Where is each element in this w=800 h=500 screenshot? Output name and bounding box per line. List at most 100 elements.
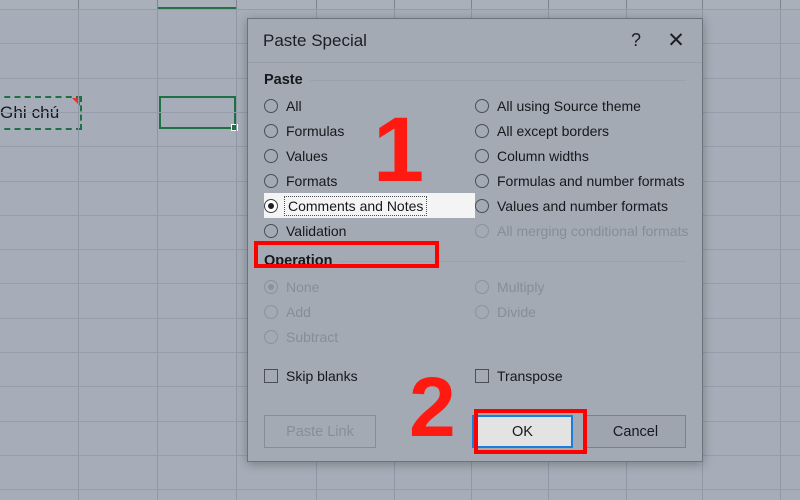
- operation-options-right-column: Multiply Divide: [475, 274, 686, 349]
- radio-option-subtract: Subtract: [264, 324, 475, 349]
- paste-special-dialog: Paste Special ? ✕ Paste All Formulas Value…: [247, 18, 703, 462]
- checkbox-icon[interactable]: [475, 368, 489, 383]
- radio-option-values-and-number-formats[interactable]: Values and number formats: [475, 193, 686, 218]
- paste-link-button[interactable]: Paste Link: [264, 415, 376, 448]
- copied-cell-text: Ghi chú: [0, 103, 60, 122]
- transpose-checkbox[interactable]: Transpose: [475, 363, 686, 388]
- column-header-separator: [626, 0, 627, 9]
- checkbox-icon[interactable]: [264, 368, 278, 383]
- operation-group-header: Operation: [264, 253, 686, 269]
- operation-group: Operation None Add Subtract Multiply Divide: [264, 253, 686, 349]
- grid-line-vertical: [157, 0, 158, 500]
- radio-button-icon: [475, 223, 489, 238]
- radio-button-icon[interactable]: [264, 148, 278, 163]
- radio-button-icon[interactable]: [264, 223, 278, 238]
- checkbox-row: Skip blanks Transpose: [264, 363, 686, 388]
- help-icon[interactable]: ?: [616, 21, 656, 61]
- radio-option-label: Validation: [286, 222, 347, 239]
- radio-option-column-widths[interactable]: Column widths: [475, 143, 686, 168]
- radio-option-label: Add: [286, 303, 311, 320]
- radio-button-icon[interactable]: [264, 173, 278, 188]
- skip-blanks-label: Skip blanks: [286, 367, 358, 384]
- radio-option-label: Formats: [286, 172, 338, 189]
- radio-option-validation[interactable]: Validation: [264, 218, 475, 243]
- grid-line-vertical: [236, 0, 237, 500]
- radio-button-icon[interactable]: [475, 198, 489, 213]
- radio-option-comments-and-notes[interactable]: Comments and Notes: [264, 193, 475, 218]
- radio-option-multiply: Multiply: [475, 274, 686, 299]
- radio-option-label: Formulas: [286, 122, 345, 139]
- operation-options: None Add Subtract Multiply Divide: [264, 274, 686, 349]
- radio-option-label: All except borders: [497, 122, 610, 139]
- radio-option-label: All: [286, 97, 302, 114]
- copied-cell[interactable]: Ghi chú: [0, 96, 82, 130]
- grid-line-horizontal: [0, 9, 800, 10]
- radio-button-icon: [475, 304, 489, 319]
- dialog-button-row: Paste Link OK Cancel: [264, 415, 686, 448]
- radio-option-formulas[interactable]: Formulas: [264, 118, 475, 143]
- radio-button-icon[interactable]: [475, 123, 489, 138]
- annotation-step-1: 1: [373, 99, 425, 201]
- radio-button-icon[interactable]: [264, 198, 278, 213]
- radio-option-label: Formulas and number formats: [497, 172, 685, 189]
- column-header-separator: [471, 0, 472, 9]
- dialog-title: Paste Special: [263, 30, 367, 50]
- radio-option-label: All using Source theme: [497, 97, 641, 114]
- radio-option-all[interactable]: All: [264, 93, 475, 118]
- radio-option-label: Divide: [497, 303, 536, 320]
- transpose-label: Transpose: [497, 367, 563, 384]
- radio-option-formulas-and-number-formats[interactable]: Formulas and number formats: [475, 168, 686, 193]
- operation-group-label: Operation: [264, 253, 333, 269]
- radio-option-all-merging-conditional-formats: All merging conditional formats: [475, 218, 689, 243]
- radio-button-icon[interactable]: [264, 98, 278, 113]
- radio-option-add: Add: [264, 299, 475, 324]
- paste-options-left-column: All Formulas Values Formats Comments and Not…: [264, 93, 475, 243]
- paste-options: All Formulas Values Formats Comments and Not…: [264, 93, 689, 243]
- grid-line-vertical: [78, 0, 79, 500]
- radio-option-divide: Divide: [475, 299, 686, 324]
- radio-option-label: Column widths: [497, 147, 589, 164]
- cancel-button[interactable]: Cancel: [585, 415, 686, 448]
- radio-button-icon: [264, 279, 278, 294]
- radio-button-icon: [475, 279, 489, 294]
- group-divider: [339, 260, 686, 262]
- close-icon[interactable]: ✕: [656, 21, 696, 61]
- radio-button-icon[interactable]: [475, 98, 489, 113]
- radio-option-label: Values: [286, 147, 328, 164]
- radio-option-label: Multiply: [497, 278, 545, 295]
- column-header-separator: [548, 0, 549, 9]
- radio-button-icon[interactable]: [475, 148, 489, 163]
- radio-option-label: None: [286, 278, 320, 295]
- radio-button-icon[interactable]: [475, 173, 489, 188]
- transpose-column: Transpose: [475, 363, 686, 388]
- paste-options-right-column: All using Source theme All except borders…: [475, 93, 689, 243]
- radio-option-none: None: [264, 274, 475, 299]
- grid-line-vertical: [780, 0, 781, 500]
- paste-group-label: Paste: [264, 72, 303, 88]
- radio-option-label: Subtract: [286, 328, 339, 345]
- active-column-header-indicator: [158, 7, 236, 9]
- operation-options-left-column: None Add Subtract: [264, 274, 475, 349]
- group-divider: [309, 79, 686, 81]
- radio-option-label: Values and number formats: [497, 197, 668, 214]
- column-header-separator: [780, 0, 781, 9]
- column-header-separator: [236, 0, 237, 9]
- grid-line-horizontal: [0, 489, 800, 490]
- radio-button-icon[interactable]: [264, 123, 278, 138]
- radio-button-icon: [264, 304, 278, 319]
- column-header-separator: [394, 0, 395, 9]
- ok-button[interactable]: OK: [472, 415, 573, 448]
- dialog-titlebar[interactable]: Paste Special ? ✕: [248, 19, 702, 63]
- radio-option-all-using-source-theme[interactable]: All using Source theme: [475, 93, 686, 118]
- dialog-body: Paste All Formulas Values Formats Comments a…: [248, 63, 702, 462]
- paste-group-header: Paste: [264, 72, 686, 88]
- radio-option-values[interactable]: Values: [264, 143, 475, 168]
- annotation-step-2: 2: [409, 360, 456, 454]
- column-header-separator: [78, 0, 79, 9]
- radio-option-formats[interactable]: Formats: [264, 168, 475, 193]
- radio-button-icon: [264, 329, 278, 344]
- column-header-separator: [702, 0, 703, 9]
- radio-option-all-except-borders[interactable]: All except borders: [475, 118, 686, 143]
- column-header-separator: [316, 0, 317, 9]
- radio-option-label: All merging conditional formats: [497, 222, 689, 239]
